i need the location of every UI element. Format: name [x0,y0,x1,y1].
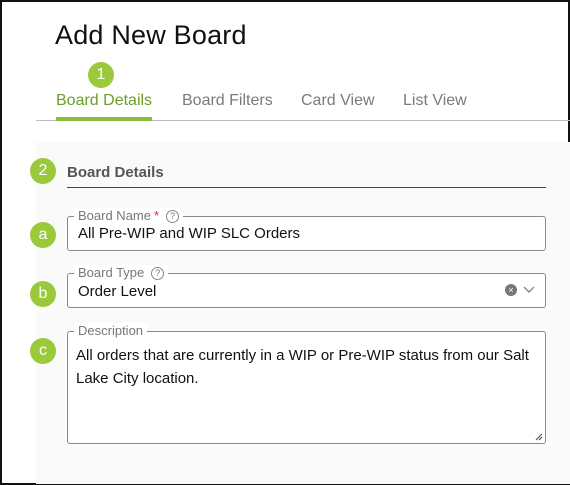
active-tab-indicator [56,117,152,121]
board-name-label: Board Name * ? [74,208,184,224]
step-callout-2: 2 [30,158,56,184]
field-callout-a: a [30,222,56,248]
description-label-text: Description [78,323,144,338]
tab-bar: Board Details Board Filters Card View Li… [36,82,570,121]
tab-board-filters[interactable]: Board Filters [182,92,273,110]
board-name-field[interactable]: Board Name * ? All Pre-WIP and WIP SLC O… [67,208,546,251]
board-type-value: Order Level [78,283,157,300]
required-asterisk: * [153,208,160,223]
board-type-label-text: Board Type [78,265,145,280]
board-name-input[interactable]: All Pre-WIP and WIP SLC Orders [78,225,300,242]
tab-card-view[interactable]: Card View [301,92,375,110]
help-icon[interactable]: ? [151,266,165,280]
description-textarea[interactable]: Description All orders that are currentl… [67,323,546,444]
section-title: Board Details [67,164,164,181]
help-icon[interactable]: ? [166,209,180,223]
description-value[interactable]: All orders that are currently in a WIP o… [76,344,536,390]
field-callout-c: c [30,338,56,364]
window-frame: Add New Board 1 Board Details Board Filt… [0,0,570,485]
section-divider [67,187,546,188]
board-type-label: Board Type ? [74,265,169,281]
page-title: Add New Board [55,20,247,50]
tab-list-view[interactable]: List View [403,92,467,110]
tab-board-details[interactable]: Board Details [56,92,152,110]
board-name-label-text: Board Name [78,208,151,223]
clear-icon[interactable]: × [505,284,517,296]
chevron-down-icon[interactable] [523,283,535,295]
description-label: Description [74,323,148,339]
board-type-select[interactable]: Board Type ? Order Level × [67,265,546,308]
field-callout-b: b [30,281,56,307]
resize-handle-icon[interactable] [534,432,543,441]
